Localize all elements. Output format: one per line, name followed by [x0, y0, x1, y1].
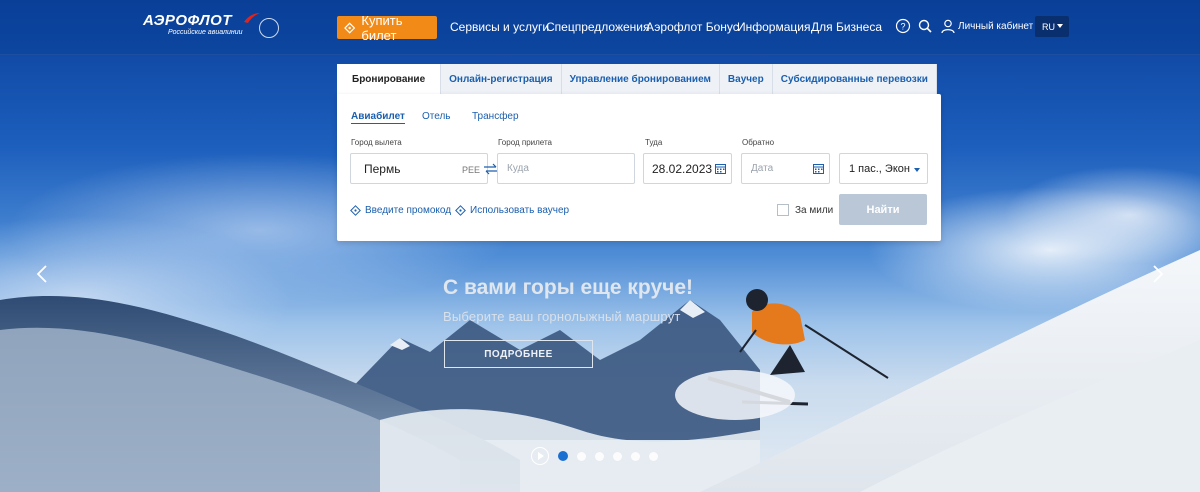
from-city-value: Пермь [364, 161, 401, 176]
use-voucher-label: Использовать ваучер [470, 205, 570, 216]
chevron-right-icon[interactable] [1152, 265, 1164, 283]
wing-icon [244, 13, 260, 23]
language-selector[interactable]: RU [1035, 16, 1069, 37]
search-icon[interactable] [917, 18, 933, 34]
to-label: Город прилета [498, 138, 552, 147]
carousel-dot[interactable] [558, 451, 568, 461]
to-city-field[interactable]: Куда [497, 153, 635, 184]
passengers-select[interactable]: 1 пас., Экон [839, 153, 928, 184]
subtab-hotel[interactable]: Отель [422, 111, 451, 122]
nav-bonus[interactable]: Аэрофлот Бонус [646, 20, 739, 34]
booking-tabs: Бронирование Онлайн-регистрация Управлен… [337, 64, 937, 94]
buy-ticket-button[interactable]: Купить билет [337, 13, 437, 43]
return-label: Обратно [742, 138, 775, 147]
from-label: Город вылета [351, 138, 402, 147]
depart-date-value: 28.02.2023 [652, 161, 713, 176]
hero-title: С вами горы еще круче! [443, 276, 694, 299]
carousel-dot[interactable] [613, 451, 622, 461]
depart-label: Туда [645, 138, 663, 147]
return-date-placeholder: Дата [751, 163, 774, 174]
checkbox-box[interactable] [777, 204, 789, 216]
carousel-dot[interactable] [649, 451, 658, 461]
passengers-value: 1 пас., Экон [849, 162, 910, 175]
tab-voucher[interactable]: Ваучер [719, 64, 773, 94]
carousel-dot[interactable] [577, 451, 586, 461]
more-details-button[interactable]: ПОДРОБНЕЕ [444, 340, 593, 368]
ticket-icon [344, 21, 356, 34]
pay-with-miles-checkbox[interactable]: За мили [777, 204, 833, 216]
chevron-left-icon[interactable] [36, 265, 48, 283]
hero-subtitle: Выберите ваш горнолыжный маршрут [443, 309, 681, 324]
return-date-field[interactable]: Дата [741, 153, 830, 184]
logo-text: АЭРОФЛОТ [143, 12, 233, 29]
nav-services[interactable]: Сервисы и услуги [450, 20, 549, 34]
tab-subsidized[interactable]: Субсидированные перевозки [772, 64, 937, 94]
nav-business[interactable]: Для Бизнеса [811, 20, 882, 34]
use-voucher-link[interactable]: Использовать ваучер [455, 205, 569, 216]
tag-icon [455, 205, 466, 216]
promo-code-link[interactable]: Введите промокод [350, 205, 451, 216]
personal-account-link[interactable]: Личный кабинет [958, 21, 1033, 32]
from-city-field[interactable]: Пермь PEE [350, 153, 488, 184]
chevron-down-icon [1057, 24, 1063, 28]
svg-text:?: ? [900, 22, 905, 32]
play-icon[interactable] [531, 447, 549, 465]
skyteam-badge-icon [259, 18, 279, 38]
buy-ticket-label: Купить билет [361, 12, 403, 43]
nav-info[interactable]: Информация [737, 20, 810, 34]
tab-booking[interactable]: Бронирование [337, 64, 442, 94]
user-icon[interactable] [940, 18, 956, 34]
carousel-pagination [531, 447, 658, 465]
chevron-down-icon [914, 168, 920, 172]
search-flights-button[interactable]: Найти [839, 194, 927, 225]
subtab-flight[interactable]: Авиабилет [351, 111, 405, 124]
tab-online-checkin[interactable]: Онлайн-регистрация [441, 64, 562, 94]
from-airport-code: PEE [461, 165, 480, 175]
depart-date-field[interactable]: 28.02.2023 [643, 153, 732, 184]
to-city-placeholder: Куда [507, 163, 529, 174]
top-header: АЭРОФЛОТ Российские авиалинии Купить бил… [0, 0, 1200, 55]
pay-with-miles-label: За мили [795, 204, 834, 216]
aeroflot-logo[interactable]: АЭРОФЛОТ Российские авиалинии [143, 12, 283, 44]
logo-subtitle: Российские авиалинии [168, 29, 243, 36]
calendar-icon [715, 164, 726, 174]
help-icon[interactable]: ? [895, 18, 911, 34]
booking-panel: Авиабилет Отель Трансфер Город вылета Го… [337, 94, 941, 241]
carousel-dot[interactable] [631, 451, 640, 461]
language-value: RU [1042, 21, 1055, 32]
promo-code-label: Введите промокод [365, 205, 452, 216]
nav-offers[interactable]: Спецпредложения [546, 20, 650, 34]
tag-icon [350, 205, 361, 216]
carousel-dot[interactable] [595, 451, 604, 461]
calendar-icon [813, 164, 824, 174]
subtab-transfer[interactable]: Трансфер [472, 111, 519, 122]
tab-manage-booking[interactable]: Управление бронированием [561, 64, 720, 94]
